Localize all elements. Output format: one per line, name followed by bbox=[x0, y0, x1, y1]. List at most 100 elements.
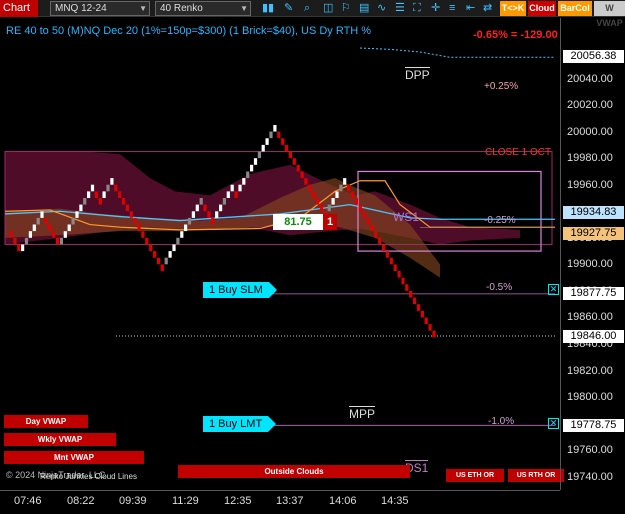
time-tick-label: 13:37 bbox=[276, 495, 304, 507]
renko-brick bbox=[145, 237, 149, 245]
renko-brick bbox=[366, 217, 370, 225]
crosshair-icon[interactable]: ✛ bbox=[431, 2, 440, 15]
template-icon[interactable]: ▤ bbox=[359, 2, 369, 15]
bar-type-selector[interactable]: 40 Renko ▼ bbox=[155, 1, 251, 16]
renko-brick bbox=[385, 251, 389, 258]
time-tick-label: 12:35 bbox=[224, 495, 252, 507]
renko-brick bbox=[195, 204, 199, 212]
stack-icon[interactable]: ≡ bbox=[449, 2, 455, 15]
renko-brick bbox=[397, 271, 401, 278]
chevron-down-icon: ▼ bbox=[139, 4, 147, 13]
price-tick-label: 19740.00 bbox=[567, 470, 613, 483]
renko-brick bbox=[416, 304, 421, 311]
renko-brick bbox=[13, 237, 17, 245]
renko-brick bbox=[265, 138, 269, 145]
renko-brick bbox=[401, 277, 405, 285]
position-pnl-box[interactable]: 81.75 bbox=[273, 214, 323, 230]
renko-brick bbox=[358, 204, 362, 212]
drawing-tools-icon[interactable]: ✎ bbox=[284, 2, 293, 15]
renko-brick bbox=[52, 231, 56, 238]
bars-back-icon[interactable]: ⇤ bbox=[466, 2, 475, 15]
renko-brick bbox=[98, 198, 102, 205]
renko-brick bbox=[141, 231, 145, 238]
top-dashed-line bbox=[359, 47, 555, 58]
renko-brick bbox=[339, 184, 343, 192]
monthly-vwap-button[interactable]: Mnt VWAP bbox=[4, 451, 144, 464]
price-marker: 19877.75 bbox=[563, 287, 624, 301]
buy-stop-order-tag[interactable]: 1 Buy SLM bbox=[203, 282, 277, 298]
time-axis[interactable]: 07:46 08:22 09:39 11:29 12:35 13:37 14:06 14:35 bbox=[0, 490, 560, 514]
toolbar-button-1[interactable]: Cloud bbox=[528, 1, 556, 16]
renko-brick bbox=[149, 244, 153, 252]
renko-brick bbox=[219, 204, 223, 212]
buy-limit-order-tag[interactable]: 1 Buy LMT bbox=[203, 416, 277, 432]
renko-brick bbox=[409, 290, 413, 298]
renko-brick bbox=[32, 224, 36, 232]
renko-brick bbox=[362, 211, 366, 218]
renko-brick bbox=[36, 217, 40, 225]
price-axis[interactable]: 20040.00 20020.00 20000.00 19980.00 19960.00… bbox=[560, 18, 625, 490]
renko-brick bbox=[350, 191, 355, 198]
chart-toolbar: Chart MNQ 12-24 ▼ 40 Renko ▼ ▮▮ ✎ ⌕ ◫ ⚐ … bbox=[0, 0, 625, 28]
us-eth-or-button[interactable]: US ETH OR bbox=[446, 469, 504, 482]
dpp-label: DPP bbox=[405, 67, 430, 82]
properties-icon[interactable]: ☰ bbox=[395, 2, 405, 15]
bars-icon[interactable]: ▮▮ bbox=[262, 2, 274, 15]
indicators-icon[interactable]: ∿ bbox=[377, 2, 386, 15]
chart-title: Chart bbox=[0, 0, 38, 17]
cancel-stop-order-icon[interactable]: ✕ bbox=[548, 284, 559, 295]
renko-brick bbox=[168, 251, 172, 258]
renko-brick bbox=[187, 217, 192, 225]
toolbar-button-3[interactable]: W VWAP bbox=[594, 1, 625, 28]
outside-clouds-button[interactable]: Outside Clouds bbox=[178, 465, 410, 478]
renko-brick bbox=[420, 310, 424, 318]
price-tick-label: 19860.00 bbox=[567, 311, 613, 324]
mpp-label: MPP bbox=[349, 406, 376, 421]
renko-brick bbox=[59, 237, 63, 245]
renko-brick bbox=[382, 244, 386, 252]
renko-brick bbox=[226, 191, 230, 198]
renko-brick bbox=[413, 297, 417, 305]
chart-trader-icon[interactable]: ⛶ bbox=[413, 2, 421, 15]
renko-brick bbox=[312, 191, 316, 198]
renko-brick bbox=[87, 191, 91, 198]
renko-brick bbox=[273, 125, 277, 132]
time-tick-label: 14:06 bbox=[329, 495, 357, 507]
renko-brick bbox=[211, 217, 215, 225]
renko-brick bbox=[203, 204, 207, 212]
renko-brick bbox=[308, 184, 312, 192]
renko-brick bbox=[184, 224, 188, 232]
renko-brick bbox=[269, 131, 273, 139]
position-qty-box[interactable]: 1 bbox=[323, 214, 337, 230]
renko-brick bbox=[79, 204, 83, 212]
renko-brick bbox=[28, 231, 32, 238]
toolbar-button-2[interactable]: BarCol bbox=[558, 1, 592, 16]
price-tick-label: 19980.00 bbox=[567, 152, 613, 165]
renko-brick bbox=[354, 198, 358, 205]
renko-brick bbox=[428, 324, 432, 331]
toolbar-button-0[interactable]: T<>K bbox=[500, 1, 526, 16]
link-icon[interactable]: ⇄ bbox=[483, 2, 492, 15]
renko-brick bbox=[83, 198, 87, 205]
pct-m1-label: -1.0% bbox=[488, 416, 515, 427]
zoom-icon[interactable]: ⌕ bbox=[304, 2, 310, 15]
close-label: CLOSE 1 OCT bbox=[485, 147, 552, 158]
instrument-selector[interactable]: MNQ 12-24 ▼ bbox=[50, 1, 150, 16]
renko-brick bbox=[327, 204, 331, 212]
renko-brick bbox=[90, 184, 95, 192]
renko-brick bbox=[331, 198, 335, 205]
strategies-icon[interactable]: ⚐ bbox=[341, 2, 351, 15]
time-tick-label: 07:46 bbox=[14, 495, 42, 507]
renko-brick bbox=[63, 231, 67, 238]
renko-brick bbox=[172, 244, 176, 252]
renko-brick bbox=[176, 237, 180, 245]
us-rth-or-button[interactable]: US RTH OR bbox=[508, 469, 564, 482]
renko-brick bbox=[48, 224, 52, 232]
cancel-limit-order-icon[interactable]: ✕ bbox=[548, 418, 559, 429]
time-tick-label: 08:22 bbox=[67, 495, 95, 507]
renko-brick bbox=[67, 224, 71, 232]
weekly-vwap-button[interactable]: Wkly VWAP bbox=[4, 433, 116, 446]
snapshot-icon[interactable]: ◫ bbox=[323, 2, 333, 15]
day-vwap-button[interactable]: Day VWAP bbox=[4, 415, 88, 428]
chart-description: RE 40 to 50 (M)NQ Dec 20 (1%=150p=$300) … bbox=[6, 25, 372, 37]
